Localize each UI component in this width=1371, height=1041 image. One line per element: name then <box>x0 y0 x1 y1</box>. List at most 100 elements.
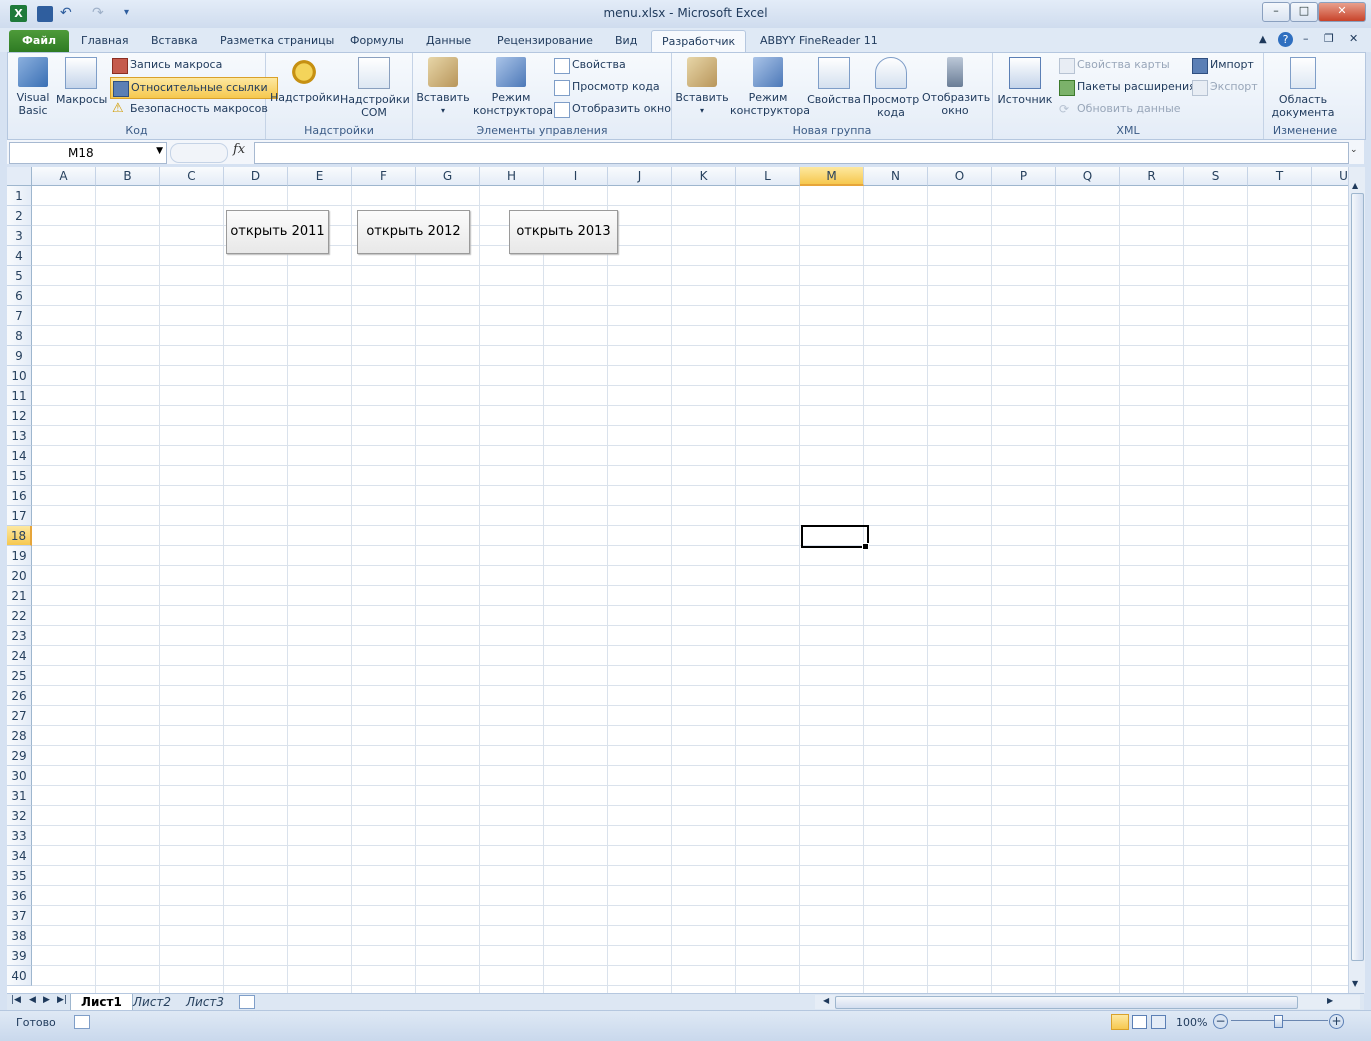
row-header-29[interactable]: 29 <box>7 746 32 766</box>
xml-source-button[interactable]: Источник <box>997 57 1053 106</box>
vertical-scrollbar[interactable]: ▲ ▼ <box>1348 167 1365 993</box>
row-header-34[interactable]: 34 <box>7 846 32 866</box>
row-header-33[interactable]: 33 <box>7 826 32 846</box>
row-header-36[interactable]: 36 <box>7 886 32 906</box>
chevron-down-icon[interactable]: ▼ <box>156 146 163 156</box>
row-header-4[interactable]: 4 <box>7 246 32 266</box>
row-header-3[interactable]: 3 <box>7 226 32 246</box>
row-header-23[interactable]: 23 <box>7 626 32 646</box>
row-header-22[interactable]: 22 <box>7 606 32 626</box>
com-addins-button[interactable]: Надстройки COM <box>340 57 410 119</box>
row-header-30[interactable]: 30 <box>7 766 32 786</box>
row-header-26[interactable]: 26 <box>7 686 32 706</box>
row-header-21[interactable]: 21 <box>7 586 32 606</box>
document-panel-button[interactable]: Область документа <box>1268 57 1338 119</box>
view-code-button[interactable]: Просмотр кода <box>552 77 687 97</box>
active-cell[interactable] <box>801 525 869 548</box>
row-header-17[interactable]: 17 <box>7 506 32 526</box>
column-header-m[interactable]: M <box>800 167 864 186</box>
relative-references-button[interactable]: Относительные ссылки <box>110 77 278 99</box>
tab-abbyy[interactable]: ABBYY FineReader 11 <box>750 30 888 52</box>
row-header-20[interactable]: 20 <box>7 566 32 586</box>
column-header-n[interactable]: N <box>864 167 928 186</box>
tab-home[interactable]: Главная <box>71 30 139 52</box>
column-header-s[interactable]: S <box>1184 167 1248 186</box>
row-header-40[interactable]: 40 <box>7 966 32 986</box>
collapse-ribbon-icon[interactable]: ▲ <box>1259 34 1267 45</box>
macro-record-icon[interactable] <box>74 1015 90 1029</box>
row-header-2[interactable]: 2 <box>7 206 32 226</box>
newgroup-properties-button[interactable]: Свойства <box>806 57 862 106</box>
minimize-button[interactable]: – <box>1262 2 1290 22</box>
row-header-15[interactable]: 15 <box>7 466 32 486</box>
worksheet-grid[interactable]: ABCDEFGHIJKLMNOPQRSTU 1 2 3 4 5 6 7 8 9 10 11 12 13 1… <box>7 167 1348 993</box>
column-header-e[interactable]: E <box>288 167 352 186</box>
row-header-19[interactable]: 19 <box>7 546 32 566</box>
scroll-thumb[interactable] <box>1351 193 1364 961</box>
column-header-t[interactable]: T <box>1248 167 1312 186</box>
button-open-2011[interactable]: открыть 2011 <box>226 210 329 254</box>
help-icon[interactable]: ? <box>1278 32 1293 47</box>
column-header-b[interactable]: B <box>96 167 160 186</box>
scroll-right-icon[interactable]: ▶ <box>1327 996 1333 1005</box>
button-open-2013[interactable]: открыть 2013 <box>509 210 618 254</box>
row-header-6[interactable]: 6 <box>7 286 32 306</box>
row-header-24[interactable]: 24 <box>7 646 32 666</box>
addins-button[interactable]: Надстройки <box>270 57 340 104</box>
column-header-g[interactable]: G <box>416 167 480 186</box>
expand-formula-bar-icon[interactable]: ⌄ <box>1350 145 1358 155</box>
minimize-window-icon[interactable]: – <box>1303 32 1309 45</box>
zoom-slider-thumb[interactable] <box>1274 1015 1283 1028</box>
row-header-37[interactable]: 37 <box>7 906 32 926</box>
row-header-5[interactable]: 5 <box>7 266 32 286</box>
tab-view[interactable]: Вид <box>605 30 647 52</box>
insert-function-button[interactable]: fx <box>233 142 245 157</box>
next-sheet-icon[interactable]: ▶ <box>43 995 50 1005</box>
page-break-view-icon[interactable] <box>1151 1015 1166 1029</box>
row-header-32[interactable]: 32 <box>7 806 32 826</box>
tab-developer[interactable]: Разработчик <box>651 30 747 53</box>
column-header-k[interactable]: K <box>672 167 736 186</box>
tab-insert[interactable]: Вставка <box>141 30 208 52</box>
select-all-corner[interactable] <box>7 167 32 186</box>
properties-button[interactable]: Свойства <box>552 55 687 75</box>
row-header-11[interactable]: 11 <box>7 386 32 406</box>
expansion-packs-button[interactable]: Пакеты расширения <box>1057 77 1207 97</box>
sheet-tab-3[interactable]: Лист3 <box>176 994 234 1010</box>
row-header-8[interactable]: 8 <box>7 326 32 346</box>
visual-basic-button[interactable]: Visual Basic <box>12 57 54 117</box>
column-header-c[interactable]: C <box>160 167 224 186</box>
record-macro-button[interactable]: Запись макроса <box>110 55 280 75</box>
close-button[interactable]: ✕ <box>1318 2 1366 22</box>
prev-sheet-icon[interactable]: ◀ <box>29 995 36 1005</box>
column-header-d[interactable]: D <box>224 167 288 186</box>
column-header-u[interactable]: U <box>1312 167 1348 186</box>
column-header-j[interactable]: J <box>608 167 672 186</box>
newgroup-show-window-button[interactable]: Отобразить окно <box>922 57 990 117</box>
row-header-10[interactable]: 10 <box>7 366 32 386</box>
tab-review[interactable]: Рецензирование <box>487 30 603 52</box>
normal-view-icon[interactable] <box>1111 1014 1129 1030</box>
row-header-25[interactable]: 25 <box>7 666 32 686</box>
zoom-out-icon[interactable]: − <box>1213 1014 1228 1029</box>
row-header-9[interactable]: 9 <box>7 346 32 366</box>
refresh-data-button[interactable]: ⟳ Обновить данные <box>1057 99 1207 119</box>
insert-control-button[interactable]: Вставить ▾ <box>415 57 471 117</box>
macro-security-button[interactable]: ⚠ Безопасность макросов <box>110 99 280 119</box>
run-dialog-button[interactable]: Отобразить окно <box>552 99 687 119</box>
last-sheet-icon[interactable]: ▶| <box>57 995 67 1005</box>
scroll-up-icon[interactable]: ▲ <box>1352 181 1358 190</box>
column-header-o[interactable]: O <box>928 167 992 186</box>
column-header-q[interactable]: Q <box>1056 167 1120 186</box>
newgroup-design-mode-button[interactable]: Режим конструктора <box>730 57 810 117</box>
button-open-2012[interactable]: открыть 2012 <box>357 210 470 254</box>
row-header-39[interactable]: 39 <box>7 946 32 966</box>
page-layout-view-icon[interactable] <box>1132 1015 1147 1029</box>
first-sheet-icon[interactable]: |◀ <box>11 995 21 1005</box>
tab-page-layout[interactable]: Разметка страницы <box>210 30 344 52</box>
insert-sheet-icon[interactable] <box>239 995 255 1009</box>
formula-input[interactable] <box>254 142 1349 164</box>
zoom-in-icon[interactable]: + <box>1329 1014 1344 1029</box>
map-properties-button[interactable]: Свойства карты <box>1057 55 1207 75</box>
scroll-left-icon[interactable]: ◀ <box>823 996 829 1005</box>
